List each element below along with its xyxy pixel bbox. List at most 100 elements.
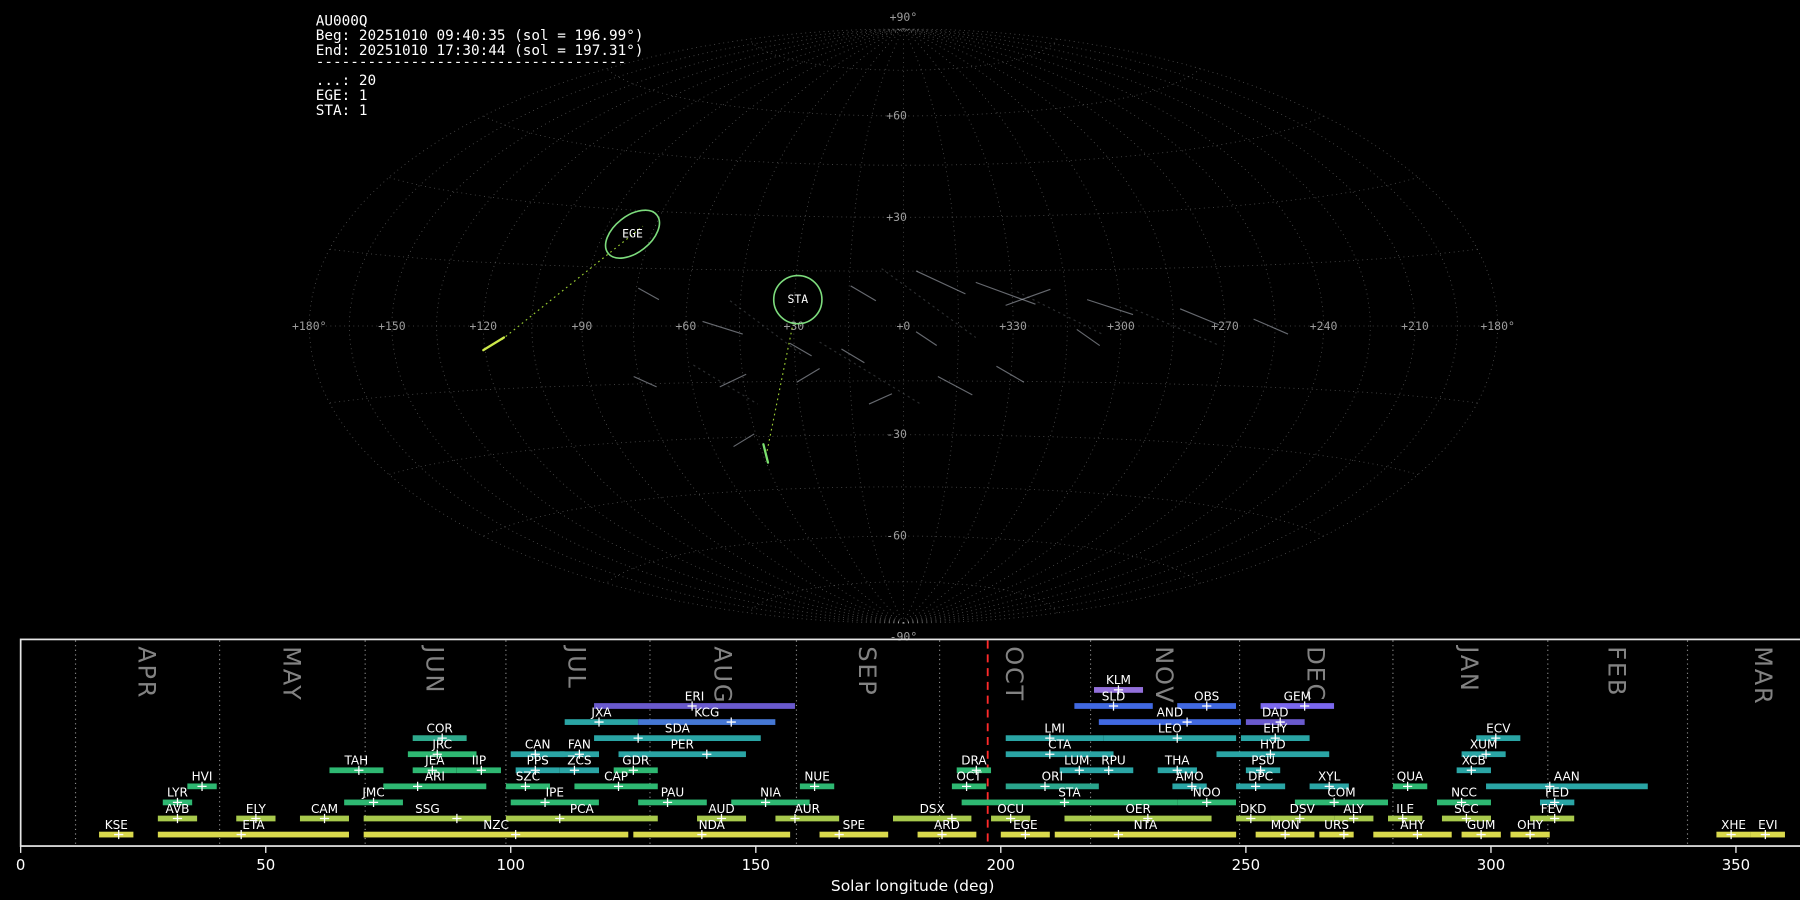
month-label: OCT	[1000, 646, 1028, 702]
shower-code-label: SPE	[843, 818, 866, 832]
shower-code-label: HYD	[1260, 737, 1286, 751]
shower-code-label: CAM	[311, 802, 338, 816]
shower-bar	[775, 815, 840, 822]
shower-code-label: NIA	[760, 786, 782, 800]
lon-label: +90	[572, 319, 593, 333]
shower-code-label: SSG	[415, 802, 440, 816]
shower-code-label: AND	[1157, 705, 1184, 719]
shower-code-label: ERI	[685, 689, 705, 703]
shower-code-label: ILE	[1396, 802, 1414, 816]
shower-HVI: HVI	[187, 770, 217, 791]
shower-peak-marker	[555, 813, 565, 824]
shower-code-label: AVB	[165, 802, 189, 816]
shower-peak-marker	[452, 813, 462, 824]
shower-OBS: OBS	[1177, 689, 1237, 711]
meteor-trail	[702, 320, 743, 335]
shower-code-label: FAN	[568, 737, 591, 751]
shower-code-label: XHE	[1721, 818, 1746, 832]
shower-code-label: FED	[1545, 786, 1569, 800]
shower-code-label: ORI	[1042, 770, 1063, 784]
shower-code-label: NUE	[804, 770, 829, 784]
lon-label: +60	[676, 319, 697, 333]
shower-bar	[633, 831, 791, 838]
shower-TAH: TAH	[329, 754, 384, 775]
meteor-trail	[789, 342, 812, 357]
shower-code-label: EVI	[1758, 818, 1777, 832]
shower-code-label: DSX	[920, 802, 945, 816]
shower-code-label: ZCS	[567, 754, 591, 768]
shower-bar	[1054, 831, 1237, 838]
shower-code-label: IPE	[546, 786, 564, 800]
shower-code-label: NCC	[1451, 786, 1477, 800]
lat-label: +90°	[890, 10, 918, 24]
shower-code-label: XCB	[1462, 754, 1486, 768]
lat-label: -60	[886, 529, 907, 543]
month-label: MAY	[277, 646, 305, 701]
meteor-trail	[1086, 299, 1134, 316]
shower-code-label: KCG	[694, 705, 719, 719]
shower-code-label: DAD	[1262, 705, 1289, 719]
shower-meteor-backtrack	[766, 322, 794, 453]
begin-time: Beg: 20251010 09:40:35 (sol = 196.99°)	[316, 28, 644, 44]
shower-NUE: NUE	[799, 770, 835, 791]
shower-code-label: GEM	[1284, 689, 1311, 703]
shower-code-label: COM	[1327, 786, 1355, 800]
shower-code-label: PCA	[570, 802, 595, 816]
x-tick-label: 150	[742, 856, 770, 874]
shower-meteor-trail	[482, 336, 506, 352]
shower-bar	[638, 799, 707, 806]
meteor-trail	[796, 368, 820, 383]
shower-code-label: AUD	[708, 802, 734, 816]
shower-code-label: HVI	[192, 770, 213, 784]
shower-DKD: DKD	[1236, 802, 1271, 824]
station-id: AU000Q	[316, 13, 368, 29]
activity-timeline-plot: APR MAY JUN JUL AUG SEP OCT NOV DEC JAN FEB MARKLME…	[16, 638, 1800, 895]
shower-code-label: MON	[1271, 818, 1300, 832]
shower-code-label: ARI	[425, 770, 445, 784]
shower-code-label: SCC	[1454, 802, 1478, 816]
shower-peak-marker	[1182, 717, 1192, 727]
x-tick-label: 250	[1232, 856, 1260, 874]
shower-bar	[363, 815, 492, 822]
month-label: JAN	[1455, 644, 1483, 692]
shower-bar	[363, 831, 629, 838]
lon-label: +210	[1401, 319, 1429, 333]
lon-label: +180°	[292, 319, 327, 333]
shower-code-label: AAN	[1554, 770, 1580, 784]
shower-bar	[638, 719, 776, 725]
shower-code-label: PSU	[1251, 754, 1275, 768]
shower-code-label: LMI	[1044, 721, 1065, 735]
x-tick-label: 0	[16, 856, 25, 874]
shower-bar	[1236, 783, 1286, 790]
shower-QUA: QUA	[1392, 770, 1428, 791]
shower-OCT: OCT	[951, 770, 987, 791]
shower-peak-marker	[633, 733, 643, 743]
shower-bar	[819, 831, 889, 838]
shower-code-label: PAU	[661, 786, 685, 800]
shower-URS: URS	[1319, 818, 1354, 840]
shower-code-label: KSE	[105, 818, 128, 832]
shower-code-label: SDA	[665, 721, 691, 735]
meteor-trail	[975, 281, 1036, 305]
shower-code-label: OHY	[1517, 818, 1544, 832]
shower-KSE: KSE	[99, 818, 134, 840]
shower-bars: KLM ERI SLD OBS GEM JXA KCG AND DAD COR SDA LMI LEO E…	[99, 673, 1785, 840]
month-label: NOV	[1150, 646, 1178, 704]
shower-code-label: LUM	[1064, 754, 1089, 768]
x-tick-label: 50	[256, 856, 275, 874]
shower-bar	[1005, 783, 1099, 790]
shower-code-label: URS	[1324, 818, 1349, 832]
shower-code-label: JRC	[431, 737, 452, 751]
shower-code-label: OBS	[1194, 689, 1219, 703]
sky-map-plot: +180° +150 +120 +90 +60 +30 +0 +330 +300 +270 +240…	[292, 10, 1515, 643]
shower-code-label: JEA	[424, 754, 445, 768]
shower-code-label: RPU	[1101, 754, 1125, 768]
header-info: AU000Q Beg: 20251010 09:40:35 (sol = 196…	[316, 13, 644, 119]
meteor-trail	[850, 285, 877, 302]
month-label: JUN	[421, 644, 449, 694]
shower-code-label: CAN	[525, 737, 551, 751]
lat-label: +30	[886, 210, 907, 224]
shower-code-label: NTA	[1134, 818, 1158, 832]
shower-meteor-trail	[762, 443, 770, 464]
meteor-trail	[1179, 308, 1220, 326]
